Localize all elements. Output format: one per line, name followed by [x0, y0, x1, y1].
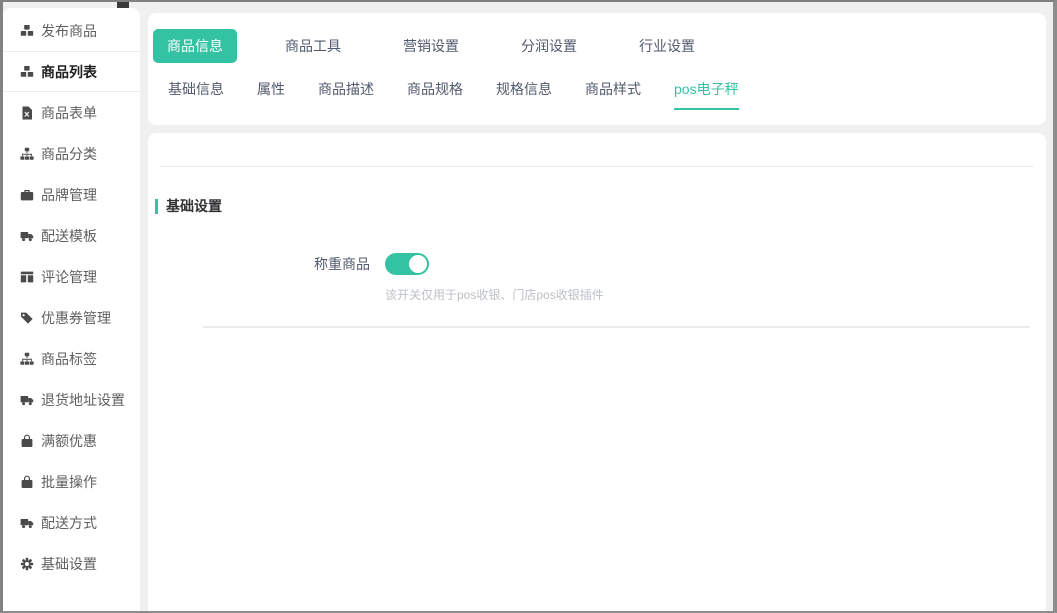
content-head-divider	[160, 133, 1034, 167]
tab-行业设置[interactable]: 行业设置	[625, 29, 709, 63]
sidebar-item-评论管理[interactable]: 评论管理	[3, 256, 140, 297]
weight-product-row: 称重商品	[148, 253, 1046, 275]
toggle-knob-icon	[409, 255, 427, 273]
truck-icon	[20, 229, 34, 243]
sidebar-item-商品分类[interactable]: 商品分类	[3, 133, 140, 174]
file-excel-icon	[20, 106, 34, 120]
sidebar-item-配送模板[interactable]: 配送模板	[3, 215, 140, 256]
sidebar-item-label: 基础设置	[41, 554, 97, 574]
shopping-bag-icon	[20, 475, 34, 489]
tab-营销设置[interactable]: 营销设置	[389, 29, 473, 63]
sidebar-item-label: 满额优惠	[41, 431, 97, 451]
sidebar-item-商品标签[interactable]: 商品标签	[3, 338, 140, 379]
tab-分润设置[interactable]: 分润设置	[507, 29, 591, 63]
sidebar-item-label: 优惠券管理	[41, 308, 111, 328]
subtab-pos电子秤[interactable]: pos电子秤	[674, 79, 739, 110]
sidebar-item-label: 品牌管理	[41, 185, 97, 205]
cubes-icon	[20, 65, 34, 79]
truck-icon	[20, 393, 34, 407]
gear-icon	[20, 557, 34, 571]
sidebar-item-label: 商品表单	[41, 103, 97, 123]
sidebar-item-基础设置[interactable]: 基础设置	[3, 543, 140, 584]
sidebar-item-优惠券管理[interactable]: 优惠券管理	[3, 297, 140, 338]
app-window: 发布商品商品列表商品表单商品分类品牌管理配送模板评论管理优惠券管理商品标签退货地…	[0, 0, 1057, 613]
section-accent-bar	[155, 199, 158, 214]
form-divider	[203, 326, 1030, 328]
section-title: 基础设置	[166, 196, 222, 216]
sidebar-item-label: 配送模板	[41, 226, 97, 246]
tab-商品信息[interactable]: 商品信息	[153, 29, 237, 63]
tab-商品工具[interactable]: 商品工具	[271, 29, 355, 63]
sitemap-icon	[20, 352, 34, 366]
sidebar-item-商品表单[interactable]: 商品表单	[3, 92, 140, 133]
sidebar-item-品牌管理[interactable]: 品牌管理	[3, 174, 140, 215]
sidebar-item-批量操作[interactable]: 批量操作	[3, 461, 140, 502]
subtab-商品描述[interactable]: 商品描述	[318, 79, 374, 110]
sidebar-item-发布商品[interactable]: 发布商品	[3, 10, 140, 51]
sidebar-item-label: 商品列表	[41, 62, 97, 82]
sidebar-item-label: 商品分类	[41, 144, 97, 164]
tags-icon	[20, 311, 34, 325]
content-panel: 基础设置 称重商品 该开关仅用于pos收银、门店pos收银插件	[148, 133, 1046, 611]
sidebar-item-配送方式[interactable]: 配送方式	[3, 502, 140, 543]
truck-icon	[20, 516, 34, 530]
subtab-规格信息[interactable]: 规格信息	[496, 79, 552, 110]
sidebar-item-label: 评论管理	[41, 267, 97, 287]
subtab-商品规格[interactable]: 商品规格	[407, 79, 463, 110]
sidebar-item-满额优惠[interactable]: 满额优惠	[3, 420, 140, 461]
sidebar-item-label: 商品标签	[41, 349, 97, 369]
briefcase-icon	[20, 188, 34, 202]
sitemap-icon	[20, 147, 34, 161]
sidebar-item-label: 发布商品	[41, 21, 97, 41]
sidebar-item-label: 批量操作	[41, 472, 97, 492]
sidebar-item-商品列表[interactable]: 商品列表	[3, 51, 140, 92]
sidebar-item-label: 配送方式	[41, 513, 97, 533]
sidebar-menu: 发布商品商品列表商品表单商品分类品牌管理配送模板评论管理优惠券管理商品标签退货地…	[3, 8, 140, 611]
shopping-bag-icon	[20, 434, 34, 448]
columns-icon	[20, 270, 34, 284]
main-tab-bar: 商品信息商品工具营销设置分润设置行业设置	[153, 29, 1046, 63]
section-header: 基础设置	[148, 196, 1046, 216]
cubes-icon	[20, 24, 34, 38]
sidebar-item-label: 退货地址设置	[41, 390, 125, 410]
sub-tab-bar: 基础信息 属性 商品描述 商品规格 规格信息 商品样式 pos电子秤	[153, 79, 1046, 110]
weight-product-label: 称重商品	[148, 254, 370, 274]
subtab-基础信息[interactable]: 基础信息	[168, 79, 224, 110]
sidebar-item-退货地址设置[interactable]: 退货地址设置	[3, 379, 140, 420]
subtab-商品样式[interactable]: 商品样式	[585, 79, 641, 110]
header-panel: 商品信息商品工具营销设置分润设置行业设置 基础信息 属性 商品描述 商品规格 规格信息 商…	[148, 13, 1046, 125]
weight-product-toggle[interactable]	[385, 253, 429, 275]
subtab-属性[interactable]: 属性	[257, 79, 285, 110]
weight-product-hint: 该开关仅用于pos收银、门店pos收银插件	[385, 286, 1046, 303]
